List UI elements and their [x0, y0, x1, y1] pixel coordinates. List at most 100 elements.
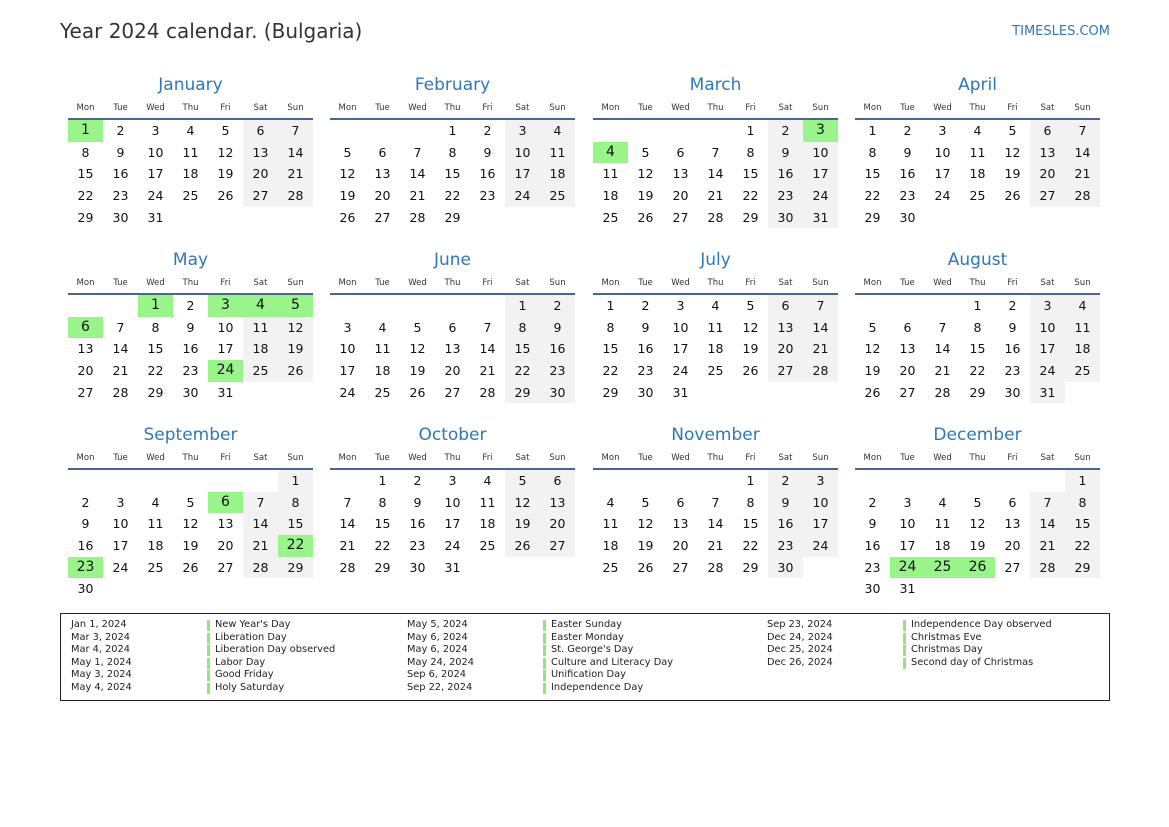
day-cell: 14	[934, 341, 951, 357]
day-cell: 6	[676, 144, 685, 160]
day-cell: 3	[116, 494, 125, 510]
day-cell: 9	[116, 144, 125, 160]
day-cell: 20	[77, 363, 94, 379]
day-cell: 22	[742, 188, 759, 204]
week-row: 15 16 17 18 19 20 21	[855, 163, 1100, 186]
week-row: 1 2 3 4 567	[593, 295, 838, 317]
weekend-day-cell: 6	[1030, 120, 1065, 142]
weekday-label: Sat	[515, 453, 530, 463]
day-cell: 18	[707, 341, 724, 357]
weekday-label: Wed	[671, 453, 690, 463]
day-cell: 22	[77, 188, 94, 204]
holiday-marker-icon	[543, 645, 546, 657]
day-cell: 7	[116, 319, 125, 335]
day-cell: 22	[147, 363, 164, 379]
weekday-label: Tue	[900, 103, 915, 113]
empty-cell	[960, 207, 995, 229]
holiday-marker-icon	[207, 620, 210, 631]
holiday-day-cell: 4	[243, 295, 278, 317]
day-cell: 16	[182, 341, 199, 357]
week-row: 1 234	[330, 120, 575, 142]
day-cell: 8	[378, 494, 387, 510]
day-cell: 24	[672, 363, 689, 379]
weekday-label: Thu	[707, 103, 724, 113]
week-row: 1 2 3 456	[330, 470, 575, 492]
holiday-name: Culture and Literacy Day	[551, 656, 674, 668]
day-cell: 14	[112, 341, 129, 357]
weekday-label: Thu	[969, 103, 986, 113]
weekend-day-cell: 22	[505, 360, 540, 382]
weekday-label: Sun	[549, 453, 566, 463]
empty-cell	[628, 470, 663, 492]
holiday-day-cell: 23	[68, 556, 103, 579]
week-row: 29 30 31	[68, 207, 313, 229]
day-cell: 12	[339, 166, 356, 182]
day-cell: 17	[934, 166, 951, 182]
weekday-header: Mon Tue Wed Thu Fri Sat Sun	[593, 276, 838, 295]
holiday-name: Christmas Day	[911, 644, 983, 656]
empty-cell	[925, 295, 960, 317]
holiday-day-cell: 1	[138, 295, 173, 317]
day-cell: 26	[637, 559, 654, 575]
weekend-day-cell: 14	[803, 316, 838, 339]
weekday-header: Mon Tue Wed Thu Fri Sat Sun	[330, 451, 575, 470]
empty-cell	[960, 578, 995, 600]
day-cell: 16	[409, 516, 426, 532]
week-row: 1 2 3 4 567	[855, 120, 1100, 142]
day-cell: 30	[182, 384, 199, 400]
week-row: 6 7 8 9 10 11 12	[68, 316, 313, 339]
weekend-day-cell: 20	[243, 163, 278, 186]
month-title: March	[689, 75, 742, 95]
day-cell: 10	[147, 144, 164, 160]
day-cell: 1	[746, 123, 755, 138]
day-cell: 8	[973, 319, 982, 335]
day-cell: 15	[602, 341, 619, 357]
weekday-label: Tue	[638, 278, 653, 288]
weekday-label: Mon	[863, 278, 882, 288]
weekday-label: Sun	[287, 278, 304, 288]
day-cell: 9	[81, 516, 90, 532]
weekend-day-cell: 8	[505, 316, 540, 339]
weekday-label: Wed	[671, 103, 690, 113]
weekend-day-cell: 15	[278, 513, 313, 536]
day-cell: 5	[868, 319, 877, 335]
empty-cell	[208, 207, 243, 229]
day-cell: 6	[676, 494, 685, 510]
weekend-day-cell: 12	[505, 491, 540, 514]
day-cell: 1	[973, 298, 982, 313]
day-cell: 27	[217, 559, 234, 575]
day-cell: 4	[711, 298, 720, 313]
month-july: July Mon Tue Wed Thu Fri Sat Sun 1 2 3 4 5 6 7 8 9 10 11 12…	[593, 247, 838, 403]
holiday-date: Sep 23, 2024	[767, 619, 833, 630]
legend-item: May 5, 2024 Easter Sunday	[397, 619, 673, 632]
day-cell: 4	[378, 319, 387, 335]
holiday-marker-icon	[207, 645, 210, 657]
day-cell: 9	[868, 516, 877, 532]
day-cell: 8	[151, 319, 160, 335]
holiday-name: Unification Day	[551, 669, 626, 681]
weekend-day-cell: 20	[768, 338, 803, 361]
day-cell: 19	[864, 363, 881, 379]
holiday-name: Holy Saturday	[215, 681, 285, 693]
empty-cell	[768, 382, 803, 404]
day-cell: 15	[742, 516, 759, 532]
weekday-label: Mon	[76, 278, 95, 288]
weekday-header: Mon Tue Wed Thu Fri Sat Sun	[855, 451, 1100, 470]
day-cell: 10	[444, 494, 461, 510]
day-cell: 30	[637, 384, 654, 400]
week-row: 8 9 10 11 12 13 14	[855, 141, 1100, 164]
weekend-day-cell: 29	[1065, 556, 1100, 579]
week-row: 22 23 24 25 26 27 28	[68, 185, 313, 207]
day-cell: 14	[479, 341, 496, 357]
week-row: 8 9 10 11 12 13 14	[68, 141, 313, 164]
legend-column: Sep 23, 2024 Independence Day observed Dec…	[757, 619, 1052, 669]
day-cell: 8	[868, 144, 877, 160]
weekend-day-cell: 30	[768, 556, 803, 579]
weekend-day-cell: 9	[768, 491, 803, 514]
weekend-day-cell: 30	[768, 206, 803, 229]
day-cell: 28	[707, 209, 724, 225]
site-link[interactable]: TIMESLES.COM	[1012, 24, 1110, 39]
weekday-label: Wed	[408, 103, 427, 113]
weekend-day-cell: 16	[540, 338, 575, 361]
weekday-label: Sat	[778, 453, 793, 463]
